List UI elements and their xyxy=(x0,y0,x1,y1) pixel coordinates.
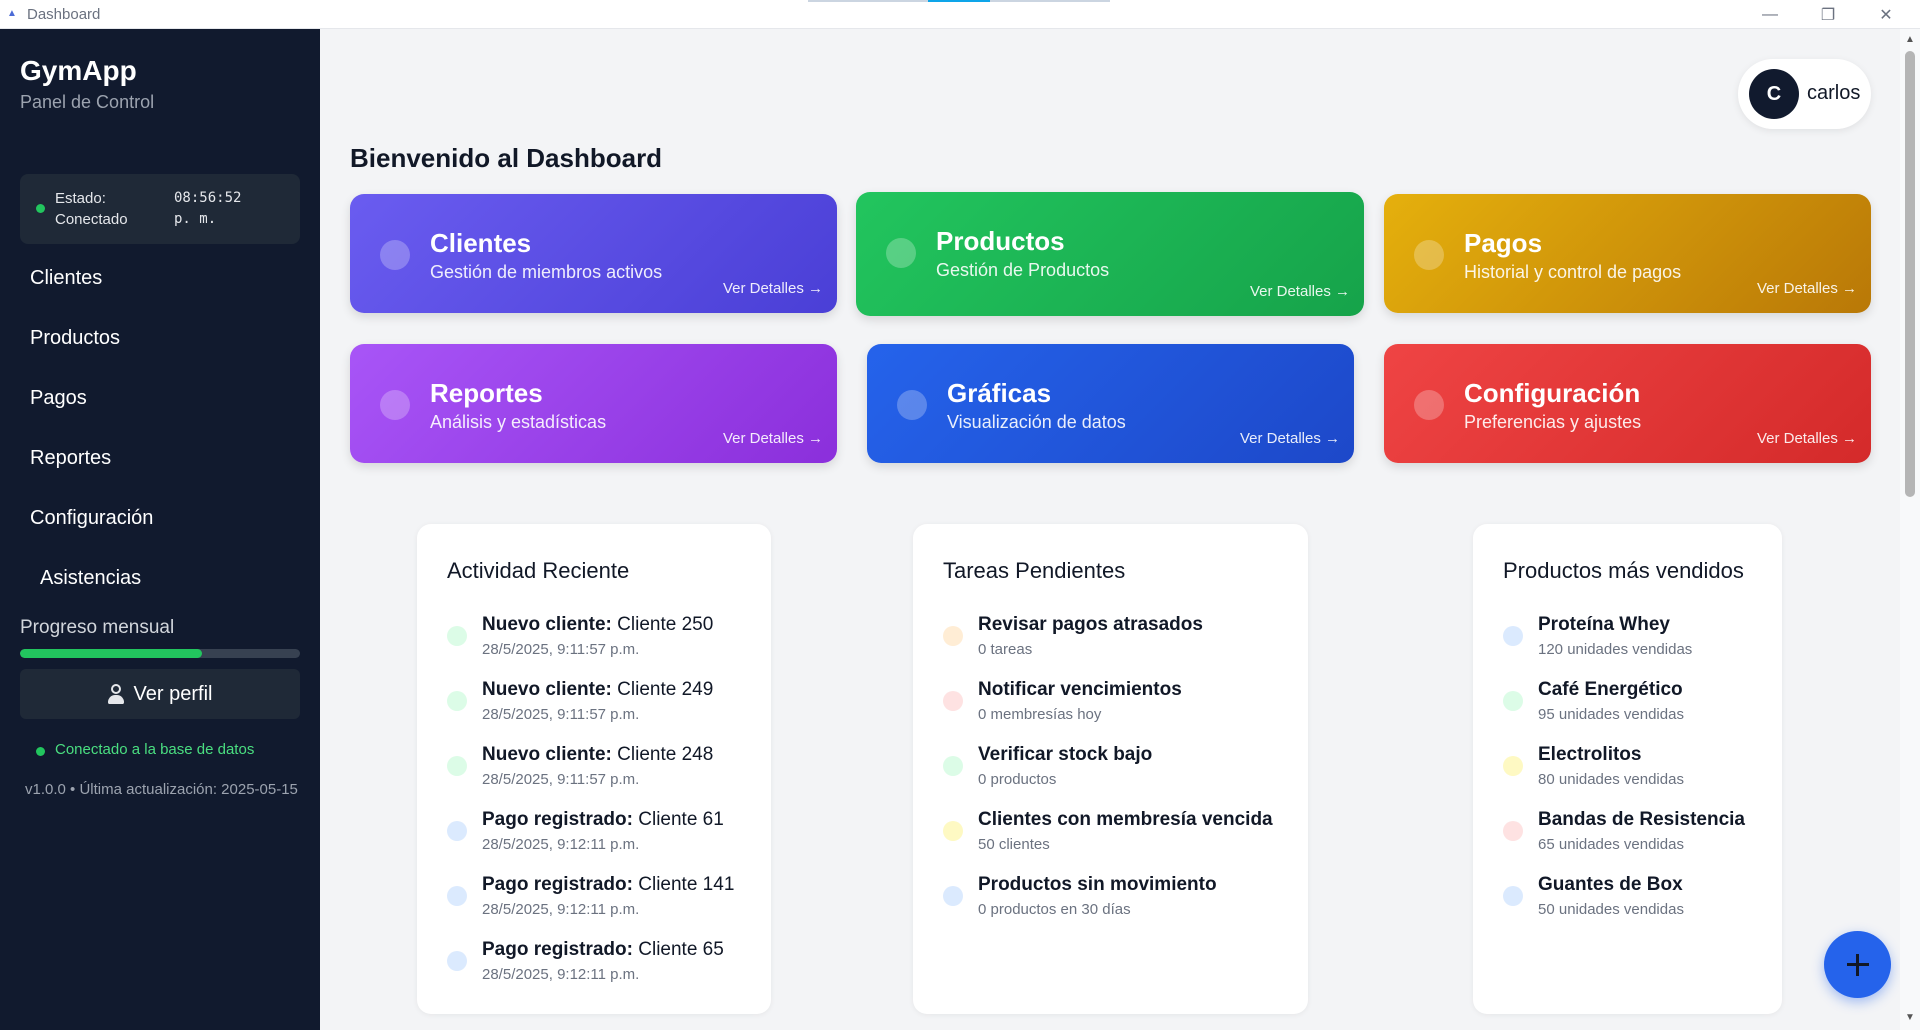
db-status-dot-icon xyxy=(36,747,45,756)
monthly-progress-bar xyxy=(20,649,300,658)
pending-tasks-panel: Tareas Pendientes Revisar pagos atrasado… xyxy=(913,524,1308,1014)
green-dot-icon xyxy=(447,626,467,646)
tab-indicator-active xyxy=(928,0,990,2)
maximize-button[interactable]: ❐ xyxy=(1799,0,1857,29)
card-details-link[interactable]: Ver Detalles → xyxy=(723,280,823,297)
view-profile-label: Ver perfil xyxy=(133,682,213,705)
card-title: Gráficas xyxy=(947,378,1052,408)
person-icon xyxy=(107,684,124,704)
green-dot-icon xyxy=(943,756,963,776)
card-pagos[interactable]: Pagos Historial y control de pagos Ver D… xyxy=(1384,194,1871,313)
app-icon: ▲ xyxy=(7,8,17,19)
card-icon xyxy=(380,390,410,420)
window-title: Dashboard xyxy=(27,6,101,23)
card-details-link[interactable]: Ver Detalles → xyxy=(1757,280,1857,297)
green-dot-icon xyxy=(447,756,467,776)
panel-title: Tareas Pendientes xyxy=(943,558,1126,583)
page-title: Bienvenido al Dashboard xyxy=(350,143,663,173)
card-details-link[interactable]: Ver Detalles → xyxy=(1250,283,1350,300)
blue-dot-icon xyxy=(447,821,467,841)
card-subtitle: Gestión de miembros activos xyxy=(430,262,663,282)
user-name: carlos xyxy=(1807,82,1861,104)
card-clientes[interactable]: Clientes Gestión de miembros activos Ver… xyxy=(350,194,837,313)
card-title: Configuración xyxy=(1464,378,1641,408)
panel-title: Actividad Reciente xyxy=(447,558,630,583)
recent-activity-panel: Actividad Reciente Nuevo cliente: Client… xyxy=(417,524,771,1014)
tab-indicator xyxy=(990,0,1110,2)
version-info: v1.0.0 • Última actualización: 2025-05-1… xyxy=(25,781,298,798)
sidebar-item-reportes[interactable]: Reportes xyxy=(30,447,111,470)
progress-fill xyxy=(20,649,202,658)
panel-title: Productos más vendidos xyxy=(1503,558,1744,583)
green-dot-icon xyxy=(1503,691,1523,711)
sidebar-item-asistencias[interactable]: Asistencias xyxy=(40,567,141,590)
card-subtitle: Historial y control de pagos xyxy=(1464,262,1682,282)
card-details-link[interactable]: Ver Detalles → xyxy=(723,430,823,447)
green-dot-icon xyxy=(447,691,467,711)
sidebar-item-pagos[interactable]: Pagos xyxy=(30,387,87,410)
add-button[interactable] xyxy=(1824,931,1891,998)
card-title: Clientes xyxy=(430,228,532,258)
blue-dot-icon xyxy=(447,886,467,906)
card-subtitle: Análisis y estadísticas xyxy=(430,412,607,432)
sidebar: GymApp Panel de Control Estado: Conectad… xyxy=(0,29,320,1030)
card-icon xyxy=(1414,240,1444,270)
minimize-button[interactable]: — xyxy=(1741,0,1799,29)
blue-dot-icon xyxy=(1503,886,1523,906)
tab-indicator xyxy=(808,0,928,2)
card-title: Pagos xyxy=(1464,228,1543,258)
blue-dot-icon xyxy=(447,951,467,971)
view-profile-button[interactable]: Ver perfil xyxy=(20,669,300,719)
card-subtitle: Visualización de datos xyxy=(947,412,1126,432)
sidebar-item-productos[interactable]: Productos xyxy=(30,327,120,350)
db-status: Conectado a la base de datos xyxy=(55,741,255,758)
sidebar-item-configuracion[interactable]: Configuración xyxy=(30,507,153,530)
card-icon xyxy=(380,240,410,270)
card-icon xyxy=(886,238,916,268)
card-details-link[interactable]: Ver Detalles → xyxy=(1240,430,1340,447)
sidebar-item-clientes[interactable]: Clientes xyxy=(30,267,102,290)
card-icon xyxy=(897,390,927,420)
status-box: Estado: Conectado 08:56:52 p. m. xyxy=(20,174,300,244)
card-title: Reportes xyxy=(430,378,543,408)
card-details-link[interactable]: Ver Detalles → xyxy=(1757,430,1857,447)
brand-subtitle: Panel de Control xyxy=(20,92,155,112)
progress-label: Progreso mensual xyxy=(20,617,175,638)
yellow-dot-icon xyxy=(1503,756,1523,776)
card-configuracion[interactable]: Configuración Preferencias y ajustes Ver… xyxy=(1384,344,1871,463)
yellow-dot-icon xyxy=(943,821,963,841)
scroll-down-icon[interactable]: ▼ xyxy=(1905,1012,1915,1023)
orange-dot-icon xyxy=(943,626,963,646)
status-label: Estado: Conectado xyxy=(55,190,128,228)
status-clock: 08:56:52 p. m. xyxy=(174,190,242,227)
card-graficas[interactable]: Gráficas Visualización de datos Ver Deta… xyxy=(867,344,1354,463)
vertical-scrollbar[interactable]: ▲ ▼ xyxy=(1900,29,1920,1030)
close-button[interactable]: ✕ xyxy=(1857,0,1915,29)
user-menu[interactable]: C carlos xyxy=(1738,59,1871,129)
card-title: Productos xyxy=(936,226,1065,256)
card-subtitle: Gestión de Productos xyxy=(936,260,1110,280)
avatar: C xyxy=(1749,69,1799,119)
status-dot-icon xyxy=(36,204,45,213)
card-subtitle: Preferencias y ajustes xyxy=(1464,412,1642,432)
card-reportes[interactable]: Reportes Análisis y estadísticas Ver Det… xyxy=(350,344,837,463)
scroll-thumb[interactable] xyxy=(1905,51,1915,497)
card-icon xyxy=(1414,390,1444,420)
window-titlebar: ▲ Dashboard — ❐ ✕ xyxy=(0,0,1920,29)
blue-dot-icon xyxy=(1503,626,1523,646)
top-products-panel: Productos más vendidos Proteína Whey 120… xyxy=(1473,524,1782,1014)
red-dot-icon xyxy=(943,691,963,711)
red-dot-icon xyxy=(1503,821,1523,841)
card-productos[interactable]: Productos Gestión de Productos Ver Detal… xyxy=(856,192,1364,316)
blue-dot-icon xyxy=(943,886,963,906)
scroll-up-icon[interactable]: ▲ xyxy=(1905,34,1915,45)
brand-name: GymApp xyxy=(20,55,137,86)
